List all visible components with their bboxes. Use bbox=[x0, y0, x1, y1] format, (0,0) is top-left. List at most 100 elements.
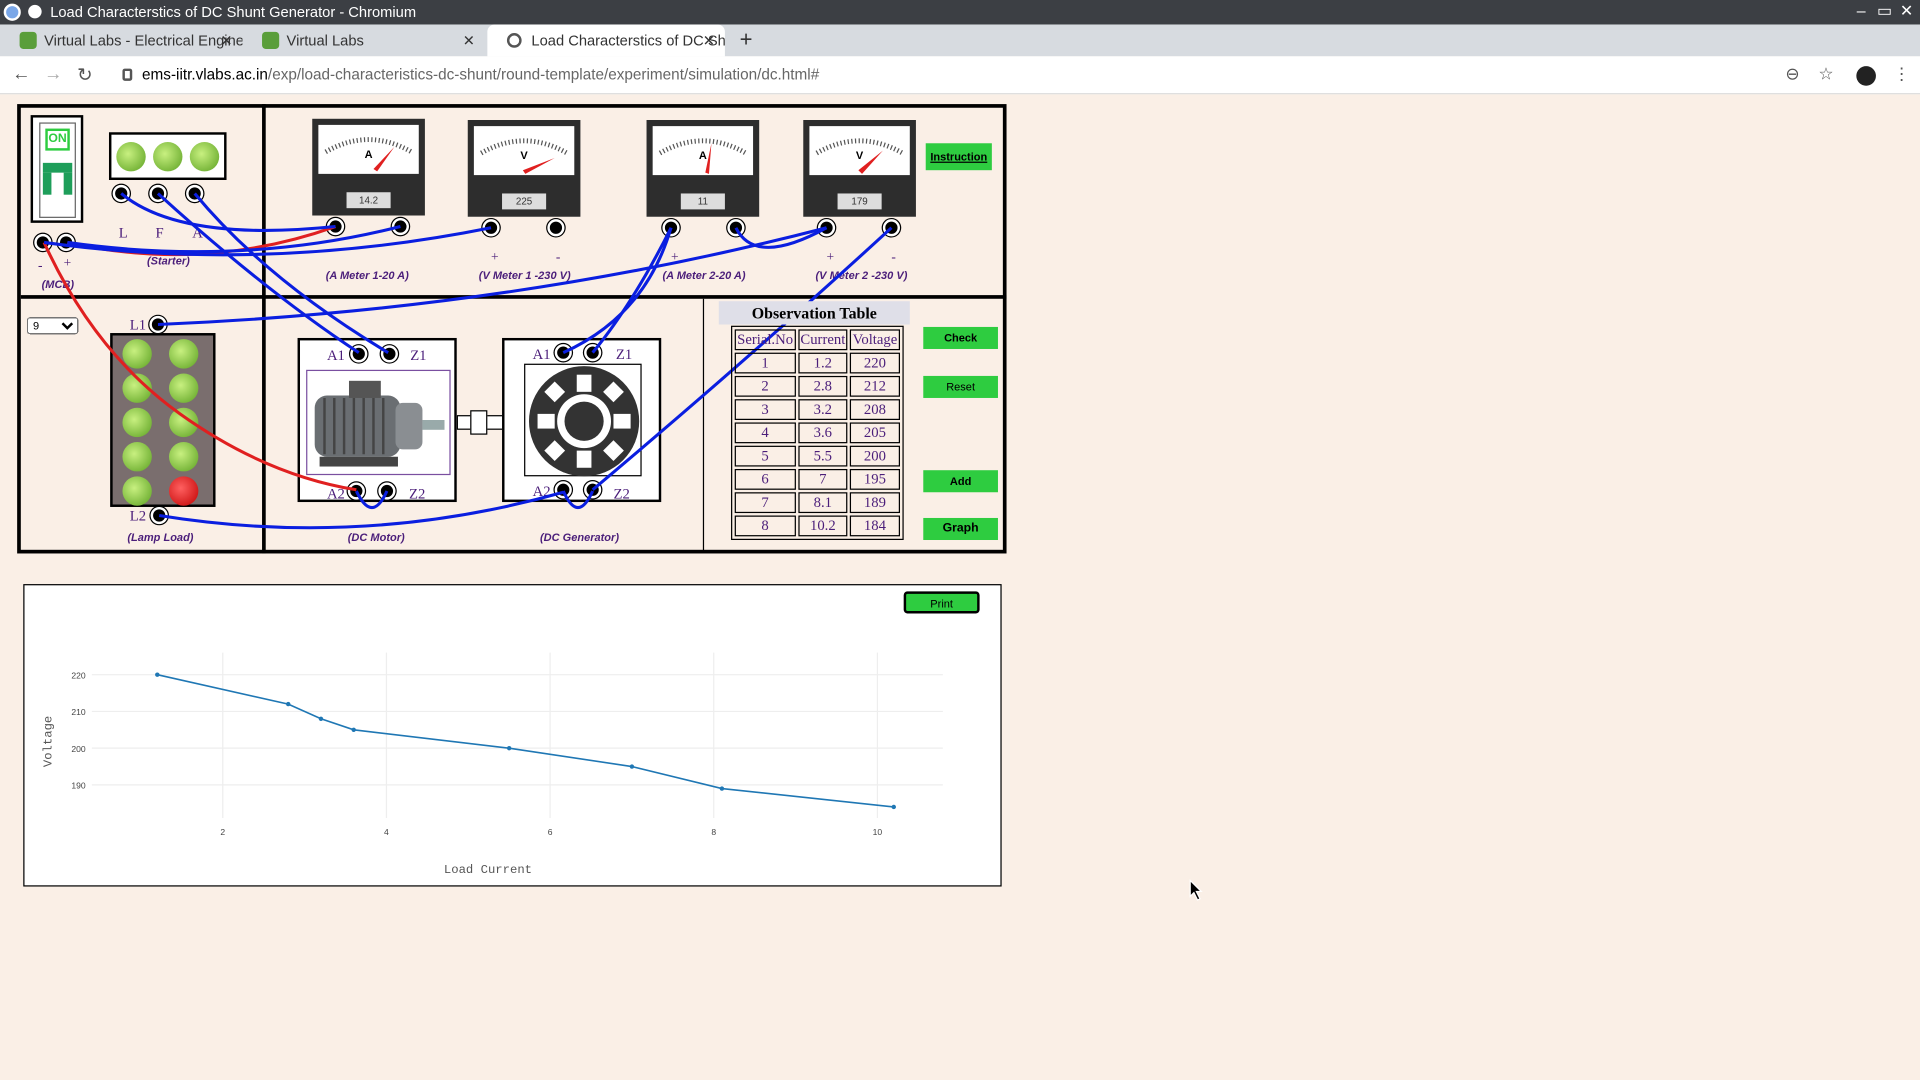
lamp-terminal-l2[interactable] bbox=[150, 506, 168, 525]
generator-a1-label: A1 bbox=[532, 345, 551, 363]
starter-terminal-l[interactable] bbox=[112, 184, 130, 203]
new-tab-icon[interactable]: + bbox=[740, 27, 753, 53]
mcb-leg bbox=[63, 172, 73, 195]
table-cell: 3.2 bbox=[797, 399, 848, 421]
x-tick-label: 6 bbox=[548, 827, 553, 837]
close-tab-icon[interactable]: ✕ bbox=[703, 24, 715, 56]
table-cell: 212 bbox=[850, 375, 900, 397]
generator-image bbox=[528, 366, 640, 477]
ammeter-2: A 11 bbox=[646, 120, 760, 217]
voltmeter-2-terminal-minus[interactable] bbox=[882, 219, 901, 237]
tab-load-characteristics[interactable]: Load Characterstics of DC Sh ✕ bbox=[487, 24, 725, 57]
table-cell: 184 bbox=[850, 515, 900, 537]
motor-terminal-a1[interactable] bbox=[350, 345, 368, 363]
forward-icon[interactable]: → bbox=[44, 64, 62, 85]
mcb-switch[interactable]: ON bbox=[30, 115, 84, 223]
maximize-icon[interactable]: ▭ bbox=[1875, 1, 1895, 21]
close-window-icon[interactable]: ✕ bbox=[1897, 1, 1917, 21]
starter-terminal-a[interactable] bbox=[186, 184, 204, 203]
motor-z1-label: Z1 bbox=[410, 346, 427, 364]
motor-image-frame bbox=[306, 369, 451, 476]
meter-face: V bbox=[473, 126, 575, 176]
tab-virtual-labs[interactable]: Virtual Labs ✕ bbox=[242, 24, 484, 56]
motor-terminal-z1[interactable] bbox=[380, 345, 398, 363]
meter-letter: A bbox=[364, 148, 373, 161]
table-cell: 7 bbox=[734, 492, 796, 514]
meter-letter: V bbox=[855, 149, 864, 162]
ammeter-1-terminal-minus[interactable] bbox=[391, 217, 409, 236]
zoom-icon[interactable]: ⊖ bbox=[1785, 64, 1799, 85]
mcb-plus-label: + bbox=[63, 255, 72, 271]
lamp-on bbox=[122, 373, 152, 403]
x-tick-label: 2 bbox=[220, 827, 225, 837]
voltmeter-2-terminal-plus[interactable] bbox=[817, 219, 836, 237]
minus-label: - bbox=[555, 249, 561, 265]
y-tick-label: 190 bbox=[71, 781, 86, 791]
lamp-bank bbox=[110, 333, 216, 507]
motor-z2-label: Z2 bbox=[408, 484, 426, 503]
data-point bbox=[286, 701, 291, 707]
ammeter-2-terminal-plus[interactable] bbox=[662, 219, 680, 237]
starter-indicator-lamp bbox=[116, 142, 146, 172]
voltmeter-1-terminal-minus[interactable] bbox=[547, 219, 565, 237]
lamp-on bbox=[122, 476, 152, 506]
generator-terminal-a2[interactable] bbox=[554, 481, 572, 499]
table-header: Voltage bbox=[850, 329, 900, 351]
starter-box bbox=[108, 132, 227, 181]
url-field[interactable]: ems-iitr.vlabs.ac.in/exp/load-characteri… bbox=[142, 66, 819, 83]
motor-terminal-z2[interactable] bbox=[378, 482, 396, 500]
table-row: 5 5.5 200 bbox=[734, 445, 900, 467]
check-button[interactable]: Check bbox=[923, 326, 998, 349]
globe-icon bbox=[506, 33, 522, 48]
close-tab-icon[interactable]: ✕ bbox=[463, 24, 475, 56]
menu-icon[interactable]: ⋮ bbox=[1893, 64, 1910, 85]
voltmeter-1-terminal-plus[interactable] bbox=[482, 219, 500, 237]
reload-icon[interactable]: ↻ bbox=[77, 64, 92, 86]
mcb-caption: (MCB) bbox=[41, 277, 75, 291]
ammeter-2-caption: (A Meter 2-20 A) bbox=[662, 269, 746, 282]
lamp-on bbox=[168, 339, 199, 369]
meter-reading: 14.2 bbox=[346, 192, 391, 209]
mcb-terminal-minus[interactable] bbox=[34, 233, 52, 252]
table-row: 7 8.1 189 bbox=[734, 492, 900, 514]
observation-table: Serial.No Current Voltage 1 1.2 220 2 2.8 212… bbox=[731, 325, 904, 541]
generator-terminal-z2[interactable] bbox=[584, 481, 602, 499]
add-button[interactable]: Add bbox=[923, 470, 998, 493]
data-point bbox=[155, 672, 160, 677]
y-tick-label: 210 bbox=[71, 707, 86, 717]
data-point bbox=[719, 786, 725, 791]
graph-button[interactable]: Graph bbox=[923, 517, 998, 541]
lamp-terminal-l1[interactable] bbox=[149, 315, 167, 334]
starter-terminal-f[interactable] bbox=[149, 184, 167, 203]
observation-table-title: Observation Table bbox=[718, 301, 910, 325]
table-row: 4 3.6 205 bbox=[734, 422, 900, 444]
bookmark-star-icon[interactable]: ☆ bbox=[1818, 64, 1833, 85]
window-titlebar: Load Characterstics of DC Shunt Generato… bbox=[0, 0, 1920, 25]
lamp-count-select[interactable]: 9 bbox=[26, 317, 79, 335]
starter-f-label: F bbox=[155, 224, 164, 242]
x-tick-label: 8 bbox=[711, 827, 716, 837]
ammeter-2-terminal-minus[interactable] bbox=[727, 219, 745, 237]
profile-avatar[interactable] bbox=[1856, 66, 1876, 86]
lamp-on bbox=[122, 442, 152, 472]
close-tab-icon[interactable]: ✕ bbox=[220, 24, 232, 56]
reset-button[interactable]: Reset bbox=[923, 375, 998, 398]
voltmeter-1: V 225 bbox=[467, 120, 581, 217]
ammeter-1-terminal-plus[interactable] bbox=[326, 217, 345, 236]
instruction-button[interactable]: Instruction bbox=[925, 143, 992, 171]
x-tick-label: 10 bbox=[873, 827, 883, 837]
meter-reading: 225 bbox=[502, 193, 547, 210]
back-icon[interactable]: ← bbox=[12, 64, 30, 85]
lamp-on bbox=[168, 442, 199, 472]
generator-terminal-z1[interactable] bbox=[584, 344, 602, 362]
table-cell: 195 bbox=[850, 468, 900, 490]
minimize-icon[interactable]: – bbox=[1851, 1, 1871, 19]
mcb-terminal-plus[interactable] bbox=[57, 233, 75, 252]
divider bbox=[20, 295, 1007, 299]
tab-virtual-labs-electrical[interactable]: Virtual Labs - Electrical Engine ✕ bbox=[0, 24, 242, 56]
tab-bar: Virtual Labs - Electrical Engine ✕ Virtu… bbox=[0, 24, 1920, 57]
motor-terminal-a2[interactable] bbox=[347, 482, 365, 500]
starter-indicator-lamp bbox=[189, 142, 220, 172]
table-cell: 205 bbox=[850, 422, 900, 444]
generator-terminal-a1[interactable] bbox=[554, 344, 572, 362]
